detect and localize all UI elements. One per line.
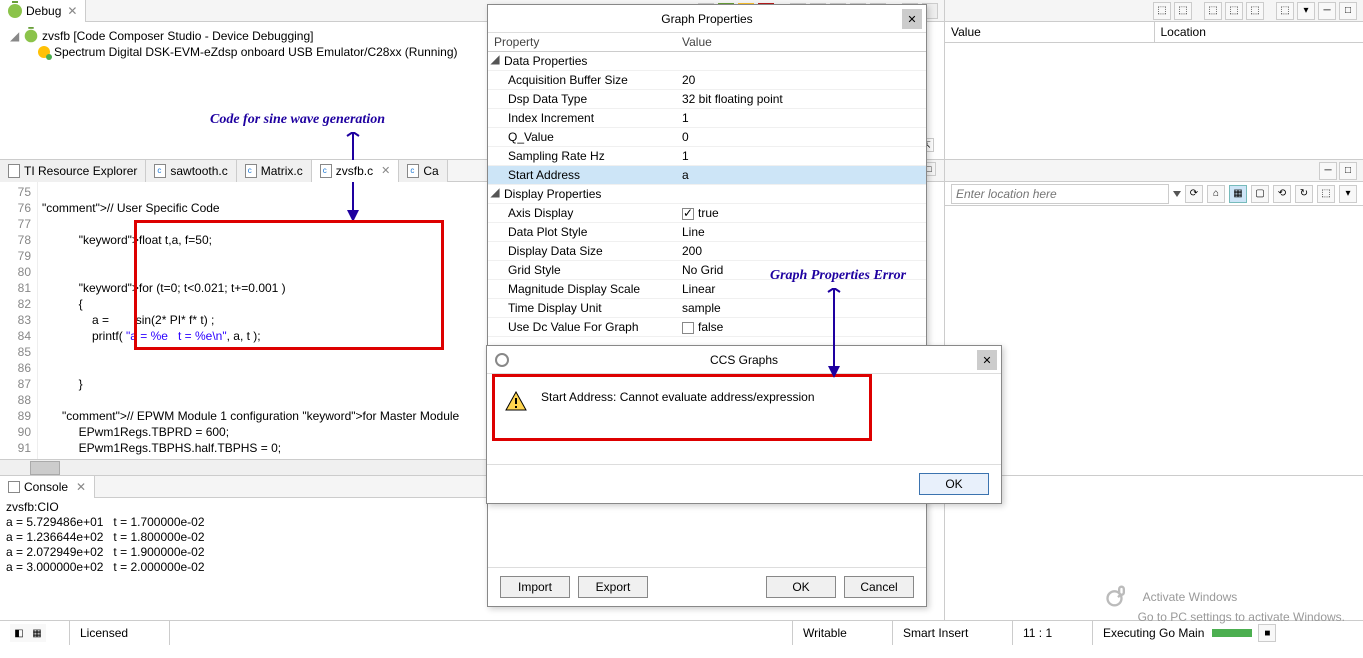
memory-view-body (945, 206, 1363, 475)
stop-exec-button[interactable]: ■ (1258, 624, 1276, 642)
export-button[interactable]: Export (578, 576, 648, 598)
status-writable: Writable (793, 621, 893, 645)
arrow-icon (826, 288, 840, 378)
debug-tab[interactable]: Debug ✕ (0, 0, 86, 22)
editor-tab[interactable]: zvsfb.c✕ (312, 160, 400, 182)
app-icon (495, 353, 509, 367)
ok-button[interactable]: OK (766, 576, 836, 598)
cancel-button[interactable]: Cancel (844, 576, 914, 598)
tree-toggle-icon[interactable]: ◢ (488, 185, 502, 203)
line-gutter: 757677787980818283848586878889909192 (0, 182, 38, 459)
tree-toggle-icon[interactable]: ◢ (488, 52, 502, 70)
tree-device-label: Spectrum Digital DSK-EVM-eZdsp onboard U… (54, 45, 458, 59)
property-row[interactable]: Start Addressa (488, 166, 926, 185)
property-row[interactable]: Use Dc Value For Graphfalse (488, 318, 926, 337)
col-header-property: Property (488, 33, 678, 51)
prop-group[interactable]: ◢ Display Properties (488, 185, 926, 204)
location-input[interactable] (951, 184, 1169, 204)
property-row[interactable]: Acquisition Buffer Size20 (488, 71, 926, 90)
property-row[interactable]: Time Display Unitsample (488, 299, 926, 318)
location-bar: ⟳ ⌂ ▦ ▢ ⟲ ↻ ⬚ ▾ (945, 182, 1363, 206)
col-header-location[interactable]: Location (1155, 22, 1363, 43)
status-linecol: 11 : 1 (1013, 621, 1093, 645)
debug-tab-label: Debug (26, 4, 61, 18)
console-tab-label: Console (24, 480, 68, 494)
prop-group[interactable]: ◢ Data Properties (488, 52, 926, 71)
nav-btn[interactable]: ⬚ (1317, 185, 1335, 203)
status-executing: Executing Go Main (1103, 626, 1204, 640)
bug-icon (25, 30, 38, 43)
console-icon (8, 481, 20, 493)
toolbar-btn[interactable]: ⬚ (1276, 2, 1294, 20)
minimize-icon[interactable]: ─ (1318, 2, 1336, 20)
nav-btn[interactable]: ⟲ (1273, 185, 1291, 203)
minimize-icon[interactable]: ─ (1319, 162, 1337, 180)
file-icon (154, 164, 166, 178)
status-icon[interactable]: ▦ (28, 624, 46, 642)
toolbar-btn[interactable]: ⬚ (1174, 2, 1192, 20)
property-row[interactable]: Sampling Rate Hz1 (488, 147, 926, 166)
checkbox-icon[interactable] (682, 322, 694, 334)
maximize-icon[interactable]: □ (1339, 162, 1357, 180)
property-row[interactable]: Dsp Data Type32 bit floating point (488, 90, 926, 109)
property-row[interactable]: Q_Value0 (488, 128, 926, 147)
graph-properties-dialog: Graph Properties ✕ Property Value ◢ Data… (487, 4, 927, 607)
highlight-box (134, 220, 444, 350)
status-bar: ◧ ▦ Licensed Writable Smart Insert 11 : … (0, 620, 1363, 645)
dropdown-icon[interactable] (1173, 191, 1181, 197)
close-icon[interactable]: ✕ (67, 4, 77, 18)
nav-btn[interactable]: ▾ (1339, 185, 1357, 203)
checkbox-icon[interactable] (682, 208, 694, 220)
highlight-box (492, 374, 872, 441)
maximize-icon[interactable]: □ (1339, 2, 1357, 20)
console-tab[interactable]: Console ✕ (0, 476, 95, 498)
import-button[interactable]: Import (500, 576, 570, 598)
editor-tab[interactable]: TI Resource Explorer (0, 160, 146, 182)
file-icon (8, 164, 20, 178)
ccs-graphs-dialog: CCS Graphs ✕ Start Address: Cannot evalu… (486, 345, 1002, 504)
property-row[interactable]: Index Increment1 (488, 109, 926, 128)
ok-button[interactable]: OK (919, 473, 989, 495)
property-row[interactable]: Axis Displaytrue (488, 204, 926, 223)
file-icon (407, 164, 419, 178)
status-icon[interactable]: ◧ (10, 624, 28, 642)
close-icon[interactable]: ✕ (76, 480, 86, 494)
console-right-panel (945, 476, 1363, 620)
editor-tab[interactable]: sawtooth.c (146, 160, 236, 182)
home-icon[interactable]: ⌂ (1207, 185, 1225, 203)
tree-toggle-icon[interactable]: ◢ (10, 29, 20, 43)
nav-btn[interactable]: ↻ (1295, 185, 1313, 203)
toolbar-btn[interactable]: ▾ (1297, 2, 1315, 20)
annotation-error: Graph Properties Error (770, 268, 906, 284)
status-insert: Smart Insert (893, 621, 1013, 645)
status-license: Licensed (70, 621, 170, 645)
dialog-title: CCS Graphs (710, 353, 778, 367)
close-button[interactable]: ✕ (977, 350, 997, 370)
nav-btn[interactable]: ▢ (1251, 185, 1269, 203)
editor-tab[interactable]: Matrix.c (237, 160, 312, 182)
toolbar-btn[interactable]: ⬚ (1225, 2, 1243, 20)
file-icon (245, 164, 257, 178)
toolbar-btn[interactable]: ⬚ (1153, 2, 1171, 20)
close-button[interactable]: ✕ (902, 9, 922, 29)
col-header-value: Value (678, 33, 926, 51)
annotation-code: Code for sine wave generation (210, 112, 385, 128)
nav-btn[interactable]: ⟳ (1185, 185, 1203, 203)
progress-bar (1212, 629, 1252, 637)
bug-icon (8, 4, 22, 18)
toolbar-btn[interactable]: ⬚ (1246, 2, 1264, 20)
editor-tab[interactable]: Ca (399, 160, 447, 182)
dialog-title: Graph Properties (661, 12, 752, 26)
toolbar-btn[interactable]: ⬚ (1204, 2, 1222, 20)
property-row[interactable]: Data Plot StyleLine (488, 223, 926, 242)
col-header-value[interactable]: Value (945, 22, 1154, 43)
nav-btn[interactable]: ▦ (1229, 185, 1247, 203)
chip-icon (38, 46, 50, 58)
file-icon (320, 164, 332, 178)
variables-view: ⬚ ⬚ ⬚ ⬚ ⬚ ⬚ ▾ ─ □ Value Location (945, 0, 1363, 160)
property-row[interactable]: Display Data Size200 (488, 242, 926, 261)
close-icon[interactable]: ✕ (381, 164, 390, 177)
tree-project-label: zvsfb [Code Composer Studio - Device Deb… (42, 29, 313, 43)
